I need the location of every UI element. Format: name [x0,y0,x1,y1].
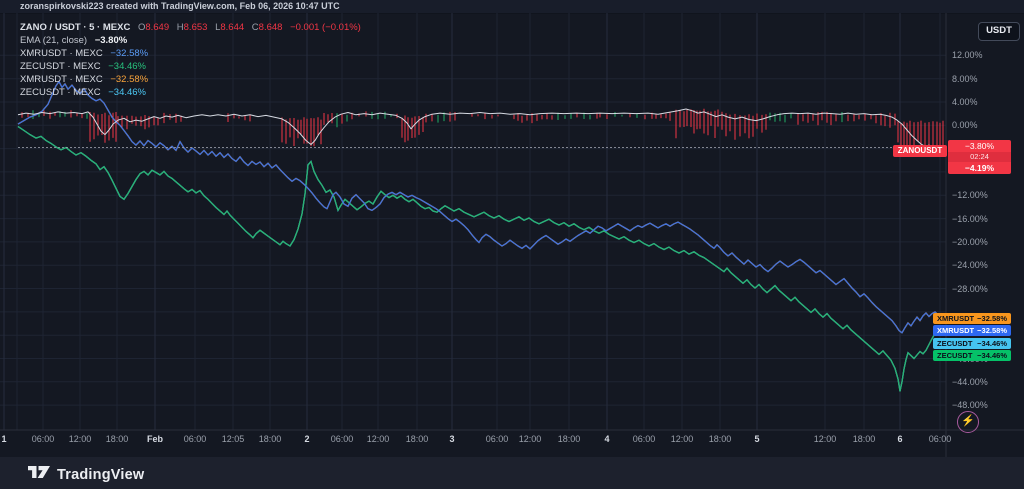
price-axis-label: −20.00% [952,237,988,247]
price-axis-label: 12.00% [952,50,983,60]
time-axis-label: 06:00 [929,434,952,444]
time-axis-label: 18:00 [406,434,429,444]
time-axis-label: 12:00 [69,434,92,444]
compare-label: XMRUSDT · MEXC [20,48,103,59]
time-axis-label: 06:00 [331,434,354,444]
legend-row-xmr-1[interactable]: XMRUSDT · MEXC −32.58% [20,49,361,60]
time-axis-label: 18:00 [853,434,876,444]
price-axis-label: −44.00% [952,377,988,387]
compare-label-symbol: XMRUSDT [937,314,974,323]
ohlc-open-value: 8.649 [145,22,169,33]
zano-symbol-price-label: ZANOUSDT [893,145,947,157]
time-axis-label: 06:00 [633,434,656,444]
compare-price-label: ZECUSDT −34.46% [933,350,1011,361]
time-axis-label: 2 [304,434,309,444]
tradingview-snapshot: zoranspirkovski223 created with TradingV… [0,0,1024,489]
price-axis-label: −28.00% [952,284,988,294]
time-axis-label: 12:00 [519,434,542,444]
time-axis-label: 4 [604,434,609,444]
tradingview-brand-text: TradingView [57,467,144,483]
compare-label-symbol: XMRUSDT [937,326,974,335]
legend-row-xmr-2[interactable]: XMRUSDT · MEXC −32.58% [20,75,361,86]
symbol-change: −0.001 (−0.01%) [290,22,361,33]
compare-series-line-hidden [18,127,943,392]
price-axis-label: 8.00% [952,74,978,84]
time-axis-label: Feb [147,434,163,444]
ohlc-close-value: 8.648 [259,22,283,33]
series-line-zano_ema [18,109,943,149]
price-axis-label: −12.00% [952,190,988,200]
zano-axis-value-stack: −3.80% 02:24 −4.19% [948,140,1011,174]
time-axis-label: 3 [449,434,454,444]
ema-label: EMA (21, close) [20,35,87,46]
price-axis-label: 4.00% [952,97,978,107]
compare-label-value: −34.46% [977,351,1007,360]
time-axis-label: 06:00 [184,434,207,444]
time-axis-label: 06:00 [486,434,509,444]
time-axis-label: 12:00 [671,434,694,444]
price-axis-label: −24.00% [952,260,988,270]
compare-label-value: −34.46% [977,339,1007,348]
compare-value: −32.58% [110,74,148,85]
compare-label-value: −32.58% [977,314,1007,323]
bar-countdown: 02:24 [948,152,1011,162]
tradingview-logo-icon [28,464,50,486]
compare-value: −34.46% [108,61,146,72]
legend-row-zec-1[interactable]: ZECUSDT · MEXC −34.46% [20,62,361,73]
compare-label-symbol: ZECUSDT [937,351,972,360]
time-axis-label: 18:00 [709,434,732,444]
compare-price-label: XMRUSDT−32.58% [933,325,1011,336]
ohlc-low-value: 8.644 [220,22,244,33]
compare-label: ZECUSDT · MEXC [20,87,101,98]
time-axis-label: 6 [897,434,902,444]
compare-label: XMRUSDT · MEXC [20,74,103,85]
time-axis-label: 12:00 [367,434,390,444]
legend-row-ema[interactable]: EMA (21, close) −3.80% [20,36,361,47]
compare-series-line-hidden [18,82,943,333]
time-axis-label: 18:00 [259,434,282,444]
time-axis-label: 18:00 [106,434,129,444]
legend-row-zec-2[interactable]: ZECUSDT · MEXC −34.46% [20,88,361,99]
price-axis-label: −16.00% [952,214,988,224]
compare-value: −32.58% [110,48,148,59]
chart-legend: ZANO / USDT · 5 · MEXC O8.649 H8.653 L8.… [20,23,361,101]
last-price-axis-value: −4.19% [948,162,1011,174]
time-axis-label: 12:00 [814,434,837,444]
time-axis-label: 12:05 [222,434,245,444]
flash-boost-icon[interactable]: ⚡ [957,411,979,433]
bottom-brand-bar: TradingView [0,457,1024,489]
time-axis-label: 5 [754,434,759,444]
ohlc-close-key: C [252,22,259,33]
time-axis-label: 1 [1,434,6,444]
series-line-xmr [18,82,943,333]
compare-label-value: −32.58% [977,326,1007,335]
price-axis-label: −48.00% [952,400,988,410]
time-axis-label: 06:00 [32,434,55,444]
ema-axis-value: −3.80% [948,140,1011,152]
compare-price-label: XMRUSDT−32.58% [933,313,1011,324]
series-line-zec [18,127,943,392]
ohlc-high-value: 8.653 [184,22,208,33]
price-axis[interactable]: 12.00% 8.00% 4.00% 0.00% −12.00% −16.00% −20.0… [947,13,1024,431]
compare-label: ZECUSDT · MEXC [20,61,101,72]
symbol-title: ZANO / USDT · 5 · MEXC [20,22,130,33]
price-axis-label: 0.00% [952,120,978,130]
compare-price-label: ZECUSDT −34.46% [933,338,1011,349]
compare-value: −34.46% [108,87,146,98]
ohlc-high-key: H [177,22,184,33]
legend-row-symbol[interactable]: ZANO / USDT · 5 · MEXC O8.649 H8.653 L8.… [20,23,361,34]
tradingview-brand-link[interactable]: TradingView [28,464,144,486]
ema-value: −3.80% [95,35,128,46]
time-axis-label: 18:00 [558,434,581,444]
time-axis[interactable]: 1 06:00 12:00 18:00 Feb 06:00 12:05 18:00 2 06:00… [0,431,946,457]
compare-label-symbol: ZECUSDT [937,339,972,348]
